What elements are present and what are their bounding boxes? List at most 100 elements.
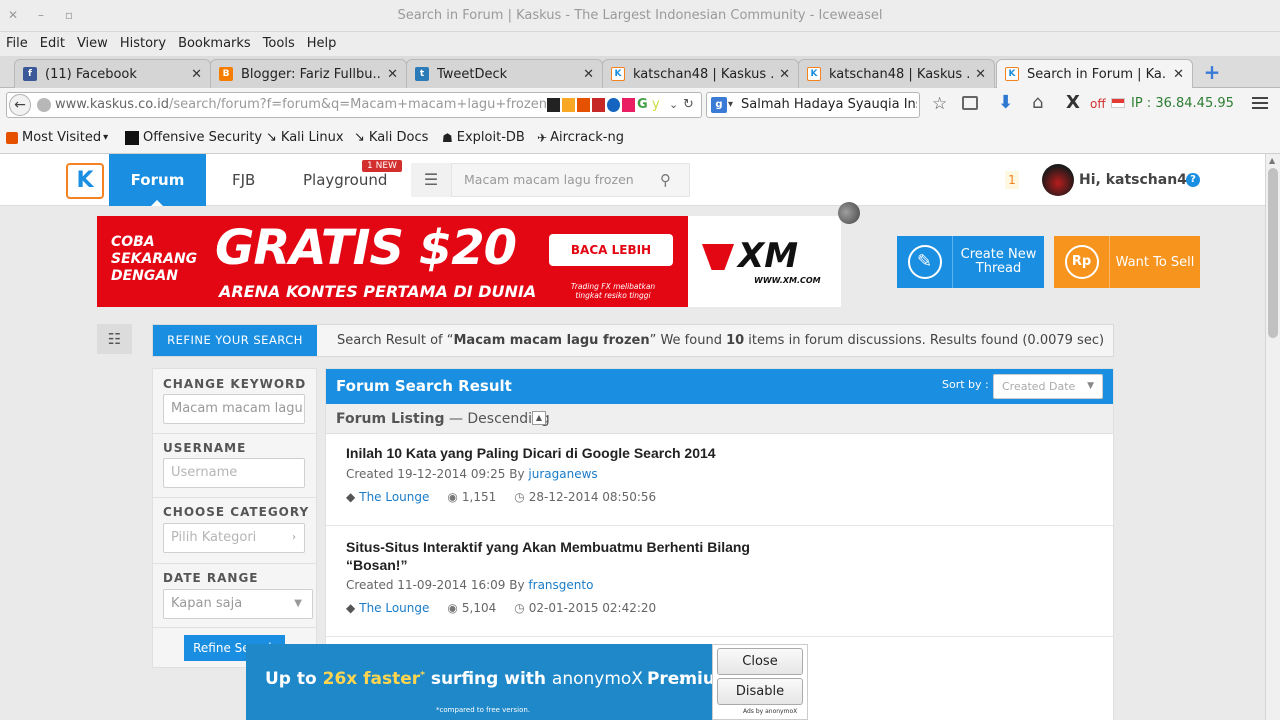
scrollbar-thumb[interactable] [1268,168,1278,338]
date-range-select[interactable]: Kapan saja ▼ [163,589,313,619]
banner-ad[interactable]: COBA SEKARANG DENGAN GRATIS $20 ARENA KO… [97,216,688,307]
tab-kaskus-2[interactable]: K katschan48 | Kaskus ... ✕ [798,59,995,88]
bookmark-kali-docs[interactable]: ↘ Kali Docs [354,122,428,154]
tag-icon: ◆ [346,601,356,615]
browser-search-bar[interactable]: g ▾ Salmah Hadaya Syauqia Ins [706,92,920,118]
bookmark-kali-linux[interactable]: ↘ Kali Linux [266,122,344,154]
bookmark-most-visited[interactable]: Most Visited ▾ [6,122,108,154]
pencil-icon-wrap: ✎ [897,236,953,288]
addon-icon[interactable] [622,98,635,112]
banner-brand[interactable]: XM WWW.XM.COM [688,216,841,307]
date-range-label: DATE RANGE [163,571,259,585]
addon-y-icon[interactable]: y [652,98,665,112]
site-search-input[interactable]: Macam macam lagu frozen ⚲ [451,163,690,197]
tab-search-forum[interactable]: K Search in Forum | Ka... ✕ [996,59,1193,88]
notification-count[interactable]: 1 [1005,171,1019,189]
back-arrow-icon[interactable]: ← [9,94,31,116]
tab-close-icon[interactable]: ✕ [191,67,202,82]
bookmark-aircrack[interactable]: ✈ Aircrack-ng [537,122,624,154]
category-select[interactable]: Pilih Kategori › [163,523,305,553]
browser-search-input[interactable]: Salmah Hadaya Syauqia Ins [741,93,917,117]
refine-tab[interactable]: REFINE YOUR SEARCH [153,325,317,356]
tab-tweetdeck[interactable]: t TweetDeck ✕ [406,59,603,88]
home-icon[interactable]: ⌂ [1032,92,1043,113]
addon-g-icon[interactable]: G [637,98,650,112]
url-text[interactable]: www.kaskus.co.id/search/forum?f=forum&q=… [55,93,547,117]
thread-views: 5,104 [461,601,497,615]
search-engine-dropdown-icon[interactable]: ▾ [728,93,733,117]
tab-facebook[interactable]: f (11) Facebook ✕ [14,59,211,88]
addon-icon[interactable] [577,98,590,112]
user-greeting[interactable]: Hi, katschan48 [1079,154,1197,206]
new-tab-icon[interactable]: + [1202,60,1222,84]
create-thread-button[interactable]: ✎ Create New Thread [897,236,1044,288]
addon-icon[interactable] [547,98,560,112]
results-header: Forum Search Result Sort by : Created Da… [326,369,1113,404]
menu-tools[interactable]: Tools [257,32,301,56]
menu-history[interactable]: History [114,32,172,56]
menu-view[interactable]: View [71,32,114,56]
search-icon[interactable]: ⚲ [660,164,671,196]
list-menu-icon[interactable]: ☰ [411,163,451,197]
tab-close-icon[interactable]: ✕ [387,67,398,82]
list-toggle-icon[interactable]: ☷ [97,324,132,354]
tab-close-icon[interactable]: ✕ [779,67,790,82]
tag-icon: ◆ [346,490,356,504]
kaskus-logo[interactable]: K [66,163,104,199]
results-title: Forum Search Result [336,377,512,395]
username-label: USERNAME [163,441,247,455]
nav-fjb[interactable]: FJB [232,154,255,206]
hamburger-menu-icon[interactable] [1252,95,1268,111]
menu-edit[interactable]: Edit [34,32,71,56]
nav-forum[interactable]: Forum [109,154,206,206]
help-icon[interactable]: ? [1186,173,1200,187]
scroll-up-icon[interactable]: ▲ [1269,156,1275,165]
tab-kaskus-1[interactable]: K katschan48 | Kaskus ... ✕ [602,59,799,88]
thread-author-link[interactable]: fransgento [528,578,593,592]
thread-title[interactable]: Situs-Situs Interaktif yang Akan Membuat… [346,539,750,555]
kaskus-icon: K [1005,67,1019,81]
tab-close-icon[interactable]: ✕ [1173,67,1184,82]
thread-title-line2[interactable]: “Bosan!” [346,557,407,573]
ad-footnote: *compared to free version. [436,706,531,714]
site-header: K Forum FJB Playground 1 NEW ☰ Macam mac… [0,154,1265,206]
avatar[interactable] [1042,164,1074,196]
want-to-sell-button[interactable]: Rp Want To Sell [1054,236,1200,288]
tab-close-icon[interactable]: ✕ [975,67,986,82]
keyword-input[interactable]: Macam macam lagu [163,394,305,424]
download-arrow-icon[interactable]: ⬇ [998,92,1013,113]
tab-close-icon[interactable]: ✕ [583,67,594,82]
thread-category-link[interactable]: The Lounge [359,490,429,504]
menu-bookmarks[interactable]: Bookmarks [172,32,257,56]
menu-file[interactable]: File [0,32,34,56]
url-bar[interactable]: ← www.kaskus.co.id/search/forum?f=forum&… [6,92,702,118]
page-scrollbar[interactable]: ▲ [1265,154,1280,720]
sort-select[interactable]: Created Date ▼ [993,374,1103,399]
google-plus-icon[interactable]: g [711,97,727,113]
bookmark-star-icon[interactable]: ☆ [932,94,947,114]
bookmark-exploit-db[interactable]: ☗ Exploit-DB [442,122,525,154]
thread-author-link[interactable]: juraganews [528,467,597,481]
thread-title[interactable]: Inilah 10 Kata yang Paling Dicari di Goo… [346,445,716,461]
banner-cta-button[interactable]: BACA LEBIH LANJUT [549,234,673,289]
username-input[interactable]: Username [163,458,305,488]
reload-icon[interactable]: ↻ [683,93,694,117]
kaskus-icon: K [807,67,821,81]
tab-blogger[interactable]: B Blogger: Fariz Fullbu... ✕ [210,59,407,88]
ad-disable-button[interactable]: Disable [717,678,803,705]
addon-icon[interactable] [562,98,575,112]
reading-list-icon[interactable] [962,96,978,110]
addon-icon[interactable] [592,98,605,112]
url-dropdown-icon[interactable]: ⌄ [669,93,678,117]
list-item[interactable]: Situs-Situs Interaktif yang Akan Membuat… [326,527,1113,637]
thread-category-link[interactable]: The Lounge [359,601,429,615]
bookmarks-toolbar: Most Visited ▾ Offensive Security ↘ Kali … [0,122,1280,154]
bookmark-offensive-security[interactable]: Offensive Security [125,122,262,154]
collapse-icon[interactable]: ▲ [532,411,546,425]
anonymox-icon[interactable]: X [1066,92,1080,113]
list-item[interactable]: Inilah 10 Kata yang Paling Dicari di Goo… [326,434,1113,526]
addon-icon[interactable] [607,98,620,112]
ad-close-button[interactable]: Close [717,648,803,675]
menu-help[interactable]: Help [301,32,343,56]
anonymox-ad[interactable]: Up to 26x faster* surfing with anonymoX P… [246,644,733,720]
